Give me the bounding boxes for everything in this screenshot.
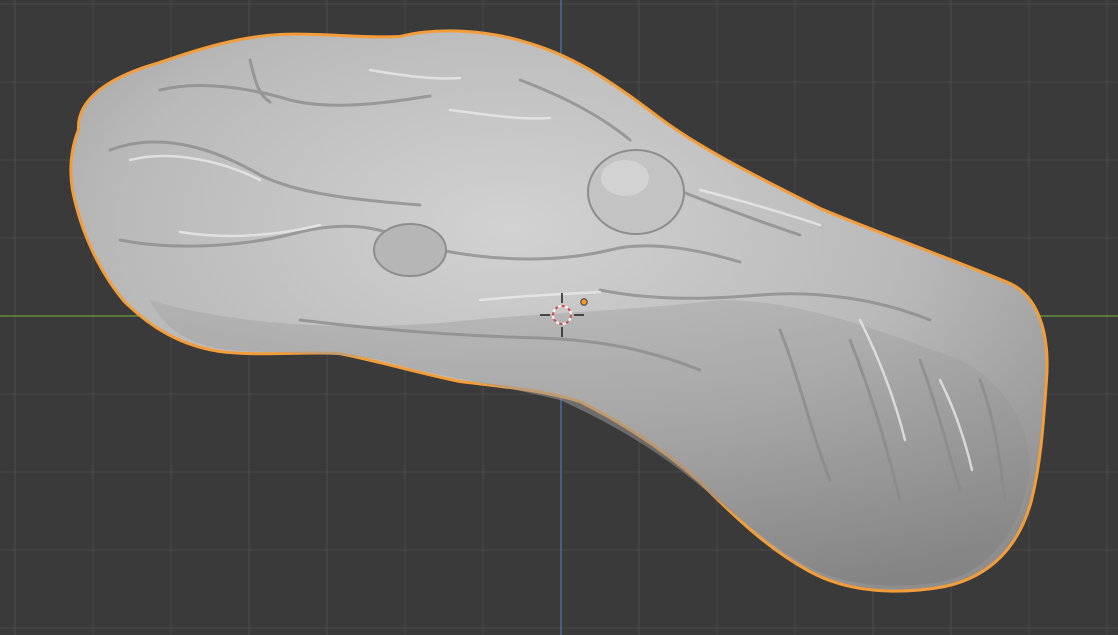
mesh-knob-highlight xyxy=(601,160,649,196)
mesh-lump xyxy=(373,223,447,277)
object-origin-dot xyxy=(580,298,588,306)
viewport-canvas[interactable] xyxy=(0,0,1118,635)
3d-viewport[interactable] xyxy=(0,0,1118,635)
